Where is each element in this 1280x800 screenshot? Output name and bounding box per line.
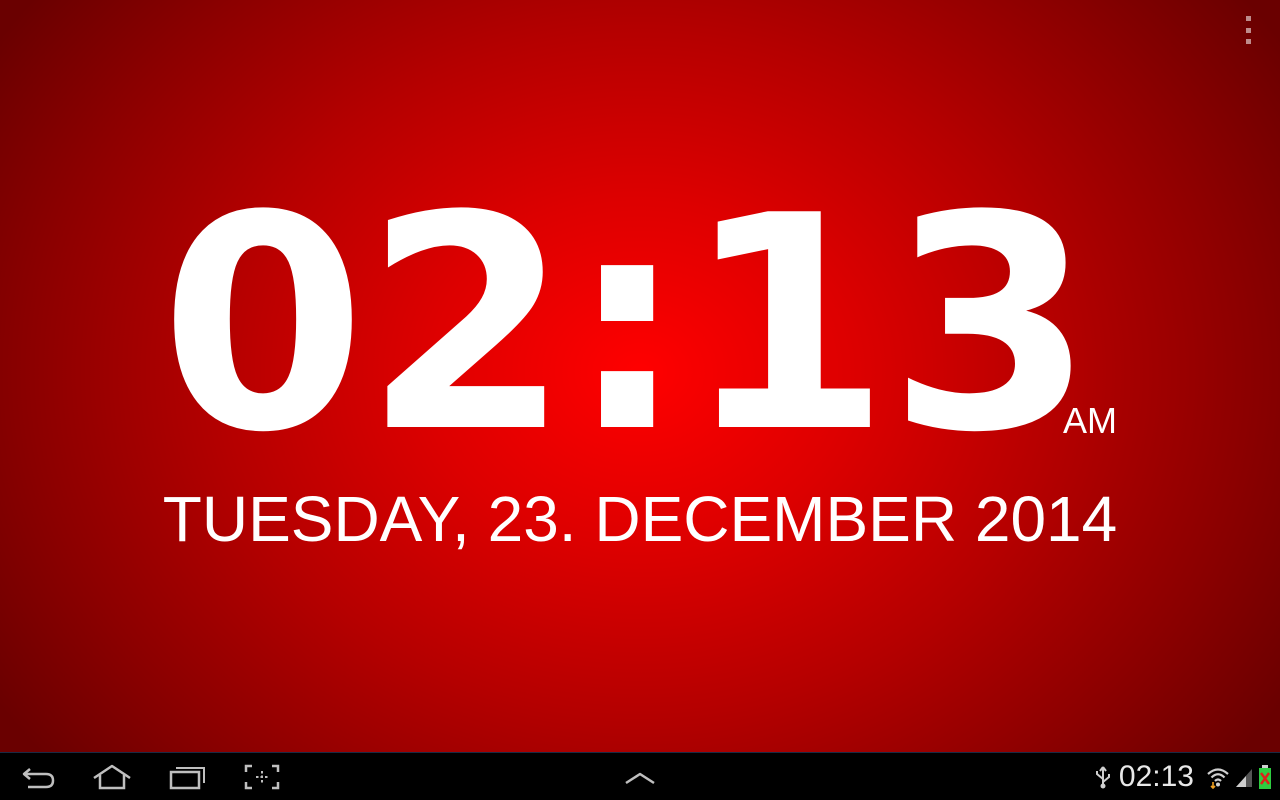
battery-icon: [1259, 765, 1271, 789]
chevron-up-icon: [625, 772, 655, 785]
overflow-menu-icon[interactable]: [1236, 16, 1260, 44]
status-time: 02:13: [1118, 760, 1194, 793]
home-button[interactable]: [90, 763, 134, 791]
screen: 02:13 AM TUESDAY, 23. DECEMBER 2014 02:1…: [0, 0, 1280, 800]
screenshot-button[interactable]: [240, 763, 284, 791]
signal-icon: [1236, 769, 1252, 787]
back-icon: [22, 768, 55, 789]
recent-apps-button[interactable]: [166, 763, 210, 791]
clock-ampm: AM: [1063, 400, 1117, 441]
wifi-icon: [1207, 768, 1229, 789]
home-icon: [93, 764, 131, 790]
status-area[interactable]: 02:13: [1089, 753, 1272, 800]
app-tray-button[interactable]: [618, 763, 662, 791]
clock-date: TUESDAY, 23. DECEMBER 2014: [162, 483, 1118, 555]
clock-time: 02:13: [160, 152, 1094, 497]
navigation-bar: 02:13: [0, 752, 1280, 800]
screenshot-icon: [244, 764, 280, 790]
back-button[interactable]: [16, 763, 60, 791]
clock-screen[interactable]: 02:13 AM TUESDAY, 23. DECEMBER 2014: [0, 0, 1280, 752]
recent-apps-icon: [169, 767, 205, 790]
usb-icon: [1095, 766, 1110, 789]
